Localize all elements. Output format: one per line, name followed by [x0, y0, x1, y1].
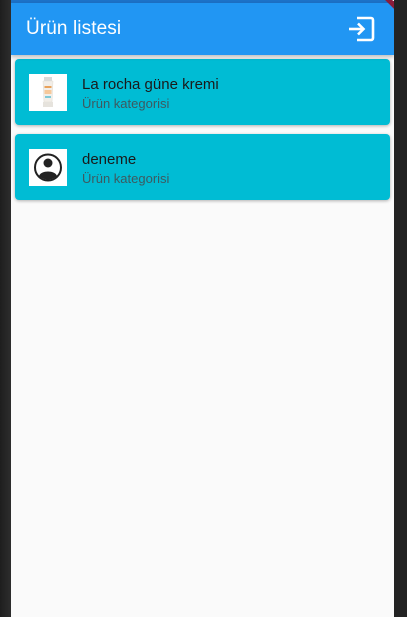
product-name: La rocha güne kremi [82, 76, 219, 93]
device-bezel [394, 0, 407, 617]
product-category: Ürün kategorisi [82, 96, 170, 111]
app-screen: Ürün listesi DEBUG La rocha güne kremi Ü… [11, 0, 394, 617]
cream-tube-icon [42, 77, 54, 107]
logout-button[interactable] [347, 16, 375, 42]
person-placeholder-icon [34, 153, 62, 182]
device-frame: Ürün listesi DEBUG La rocha güne kremi Ü… [0, 0, 407, 617]
list-item[interactable]: deneme Ürün kategorisi [15, 134, 390, 200]
logout-icon [349, 16, 375, 42]
product-thumbnail [29, 74, 67, 111]
product-name: deneme [82, 151, 137, 168]
list-item[interactable]: La rocha güne kremi Ürün kategorisi [15, 59, 390, 125]
product-category: Ürün kategorisi [82, 171, 170, 186]
product-list: La rocha güne kremi Ürün kategorisi dene… [15, 59, 390, 209]
product-thumbnail [29, 149, 67, 186]
page-title: Ürün listesi [26, 18, 122, 39]
app-bar: Ürün listesi DEBUG [11, 0, 394, 55]
